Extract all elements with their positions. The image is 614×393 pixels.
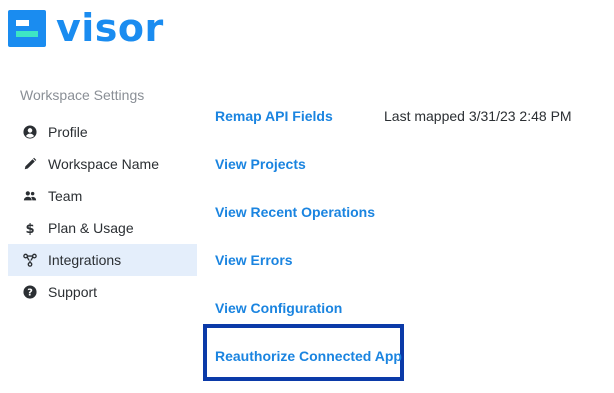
pencil-icon	[22, 156, 38, 172]
view-errors-link[interactable]: View Errors	[215, 252, 293, 268]
settings-page: visor Workspace Settings Profile Workspa…	[0, 0, 614, 393]
reauthorize-connected-app-link[interactable]: Reauthorize Connected App	[215, 348, 402, 364]
svg-text:$: $	[25, 222, 34, 235]
sidebar-item-team[interactable]: Team	[8, 180, 197, 212]
sidebar-item-integrations[interactable]: Integrations	[8, 244, 197, 276]
view-projects-link[interactable]: View Projects	[215, 156, 306, 172]
sidebar-item-label: Team	[48, 188, 83, 204]
sidebar-item-support[interactable]: ? Support	[8, 276, 197, 308]
sidebar-item-label: Workspace Name	[48, 156, 160, 172]
view-recent-operations-link[interactable]: View Recent Operations	[215, 204, 375, 220]
users-icon	[22, 188, 38, 204]
sidebar-heading: Workspace Settings	[20, 87, 145, 103]
integrations-icon	[22, 252, 38, 268]
sidebar-item-workspace-name[interactable]: Workspace Name	[8, 148, 197, 180]
sidebar-item-profile[interactable]: Profile	[8, 116, 197, 148]
sidebar-item-label: Plan & Usage	[48, 220, 134, 236]
logo-mark-icon	[8, 9, 46, 47]
sidebar-item-plan-usage[interactable]: $ Plan & Usage	[8, 212, 197, 244]
last-mapped-status: Last mapped 3/31/23 2:48 PM	[384, 108, 572, 124]
remap-api-fields-link[interactable]: Remap API Fields	[215, 108, 333, 124]
visor-logo[interactable]: visor	[8, 8, 164, 48]
sidebar-item-label: Support	[48, 284, 98, 300]
sidebar-item-label: Integrations	[48, 252, 122, 268]
question-circle-icon: ?	[22, 284, 38, 300]
svg-text:?: ?	[27, 288, 33, 299]
sidebar-item-label: Profile	[48, 124, 88, 140]
user-circle-icon	[22, 124, 38, 140]
logo-text: visor	[56, 6, 164, 50]
dollar-icon: $	[22, 220, 38, 236]
view-configuration-link[interactable]: View Configuration	[215, 300, 342, 316]
